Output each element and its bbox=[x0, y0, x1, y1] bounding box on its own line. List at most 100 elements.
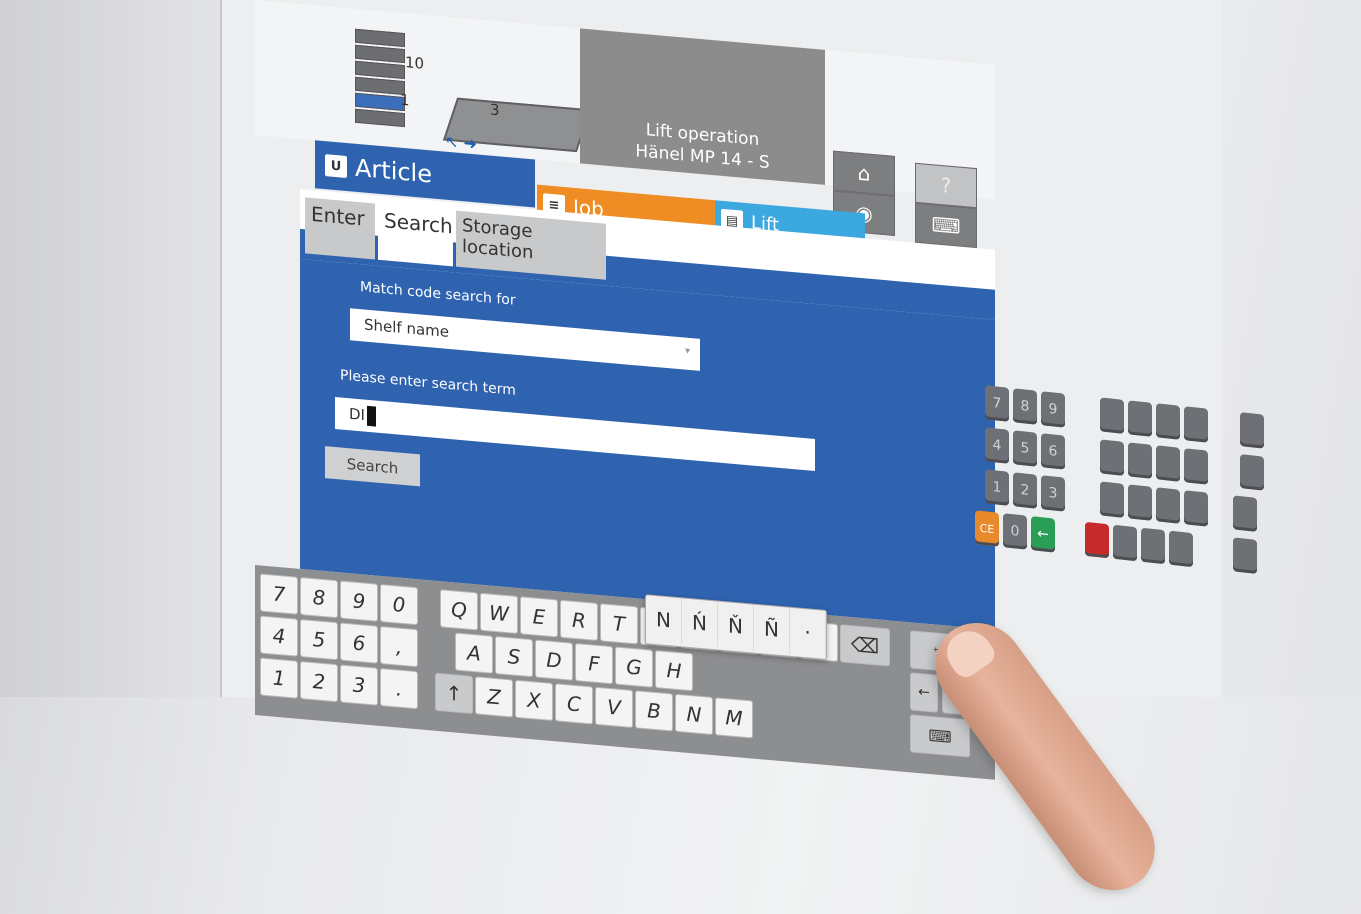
search-term-value: DI bbox=[349, 404, 365, 425]
shelf-bottom-number: 1 bbox=[400, 90, 410, 110]
accent-key-dot[interactable]: · bbox=[790, 607, 826, 657]
move-arrows-icon: ↖ ➜ bbox=[445, 131, 477, 154]
keyboard-button[interactable]: ⌨ bbox=[915, 202, 977, 249]
key-a[interactable]: A bbox=[455, 632, 493, 674]
key-0[interactable]: 0 bbox=[380, 583, 418, 626]
hw-key-4[interactable]: 4 bbox=[985, 427, 1009, 464]
hw-key-b1[interactable] bbox=[1100, 439, 1124, 476]
key-x[interactable]: X bbox=[515, 679, 553, 722]
hw-key-d2[interactable] bbox=[1113, 524, 1137, 562]
hw-key-ce[interactable]: CE bbox=[975, 510, 999, 547]
key-q[interactable]: Q bbox=[440, 589, 478, 631]
hw-key-a1[interactable] bbox=[1100, 397, 1124, 434]
match-code-value: Shelf name bbox=[364, 315, 450, 341]
key-c[interactable]: C bbox=[555, 683, 593, 725]
hw-key-b3[interactable] bbox=[1156, 445, 1180, 482]
key-9[interactable]: 9 bbox=[340, 580, 378, 622]
help-button[interactable]: ? bbox=[915, 162, 977, 209]
key-4[interactable]: 4 bbox=[260, 615, 298, 657]
tab-search[interactable]: Search bbox=[378, 203, 453, 267]
key-n[interactable]: N bbox=[675, 693, 713, 736]
key-cursor-left[interactable]: ← bbox=[910, 672, 938, 713]
hw-key-side3[interactable] bbox=[1233, 495, 1257, 532]
shelf-top-number: 10 bbox=[405, 53, 425, 73]
status-panel: Lift operation Hänel MP 14 - S bbox=[580, 28, 825, 185]
key-2[interactable]: 2 bbox=[300, 660, 338, 703]
keyboard-icon: ⌨ bbox=[931, 212, 961, 239]
key-r[interactable]: R bbox=[560, 599, 598, 642]
hw-key-side1[interactable] bbox=[1240, 412, 1264, 449]
shelf-stack-icon bbox=[355, 28, 405, 138]
hw-key-5[interactable]: 5 bbox=[1013, 430, 1037, 467]
key-v[interactable]: V bbox=[595, 686, 633, 729]
tab-enter[interactable]: Enter bbox=[305, 197, 375, 260]
hw-key-c2[interactable] bbox=[1128, 484, 1152, 521]
key-7[interactable]: 7 bbox=[260, 573, 298, 615]
help-icon: ? bbox=[940, 172, 952, 198]
hw-key-a3[interactable] bbox=[1156, 403, 1180, 440]
key-e[interactable]: E bbox=[520, 596, 558, 638]
article-panel: Enter Search Storage location Match code… bbox=[300, 188, 995, 630]
key-6[interactable]: 6 bbox=[340, 622, 378, 664]
hw-key-6[interactable]: 6 bbox=[1041, 433, 1065, 470]
hw-key-c1[interactable] bbox=[1100, 481, 1124, 518]
hw-key-side4[interactable] bbox=[1233, 537, 1257, 574]
hw-key-b2[interactable] bbox=[1128, 442, 1152, 479]
hw-key-d4[interactable] bbox=[1169, 530, 1193, 568]
key-w[interactable]: W bbox=[480, 592, 518, 635]
key-g[interactable]: G bbox=[615, 646, 653, 688]
match-code-label: Match code search for bbox=[360, 279, 516, 309]
hw-key-side2[interactable] bbox=[1240, 454, 1264, 491]
key-m[interactable]: M bbox=[715, 697, 753, 739]
hw-key-b4[interactable] bbox=[1184, 448, 1208, 485]
key-comma[interactable]: , bbox=[380, 625, 418, 668]
home-button[interactable]: ⌂ bbox=[833, 150, 895, 196]
key-s[interactable]: S bbox=[495, 635, 533, 678]
hw-key-d3[interactable] bbox=[1141, 527, 1165, 565]
key-8[interactable]: 8 bbox=[300, 576, 338, 619]
wall-background bbox=[0, 0, 230, 697]
hw-key-a2[interactable] bbox=[1128, 400, 1152, 437]
key-h[interactable]: H bbox=[655, 649, 693, 692]
article-icon: U bbox=[325, 154, 347, 179]
hw-key-8[interactable]: 8 bbox=[1013, 388, 1037, 425]
key-5[interactable]: 5 bbox=[300, 618, 338, 661]
nav-article-label: Article bbox=[355, 153, 432, 189]
hardware-keypad: 7 8 9 4 5 6 1 2 3 CE 0 ← bbox=[975, 374, 1275, 606]
tray-number: 3 bbox=[490, 100, 500, 120]
key-backspace[interactable]: ⌫ bbox=[840, 624, 890, 667]
touchscreen: 10 1 3 ↖ ➜ Lift operation Hänel MP 14 - … bbox=[255, 0, 1173, 908]
key-1[interactable]: 1 bbox=[260, 657, 298, 699]
key-keyboard-toggle[interactable]: ⌨ bbox=[910, 714, 970, 758]
hw-key-a4[interactable] bbox=[1184, 406, 1208, 443]
match-code-dropdown[interactable]: Shelf name ▾ bbox=[350, 308, 700, 371]
key-b[interactable]: B bbox=[635, 690, 673, 732]
accent-key-n-caron[interactable]: Ň bbox=[718, 601, 754, 651]
accent-key-n-acute[interactable]: Ń bbox=[682, 598, 718, 648]
hw-key-1[interactable]: 1 bbox=[985, 469, 1009, 506]
home-icon: ⌂ bbox=[857, 160, 871, 186]
accent-key-n-tilde[interactable]: Ñ bbox=[754, 604, 790, 654]
hw-key-enter[interactable]: ← bbox=[1031, 516, 1055, 553]
text-cursor bbox=[366, 405, 376, 427]
keyboard-toggle-icon: ⌨ bbox=[928, 725, 952, 747]
dropdown-arrow-icon: ▾ bbox=[684, 345, 690, 358]
hw-key-0[interactable]: 0 bbox=[1003, 513, 1027, 550]
hw-key-red[interactable] bbox=[1085, 521, 1109, 559]
accent-key-n[interactable]: N bbox=[646, 595, 682, 645]
hw-key-3[interactable]: 3 bbox=[1041, 475, 1065, 512]
key-period[interactable]: . bbox=[380, 667, 418, 710]
key-shift[interactable]: ↑ bbox=[435, 672, 473, 715]
search-button[interactable]: Search bbox=[325, 446, 420, 487]
hw-key-7[interactable]: 7 bbox=[985, 385, 1009, 422]
hw-key-9[interactable]: 9 bbox=[1041, 391, 1065, 428]
hw-key-c3[interactable] bbox=[1156, 487, 1180, 524]
key-t[interactable]: T bbox=[600, 603, 638, 645]
key-3[interactable]: 3 bbox=[340, 664, 378, 706]
key-d[interactable]: D bbox=[535, 639, 573, 681]
hw-key-2[interactable]: 2 bbox=[1013, 472, 1037, 509]
hw-key-c4[interactable] bbox=[1184, 490, 1208, 527]
search-form: Match code search for Shelf name ▾ Pleas… bbox=[300, 258, 995, 630]
search-term-label: Please enter search term bbox=[340, 367, 516, 399]
key-f[interactable]: F bbox=[575, 642, 613, 685]
